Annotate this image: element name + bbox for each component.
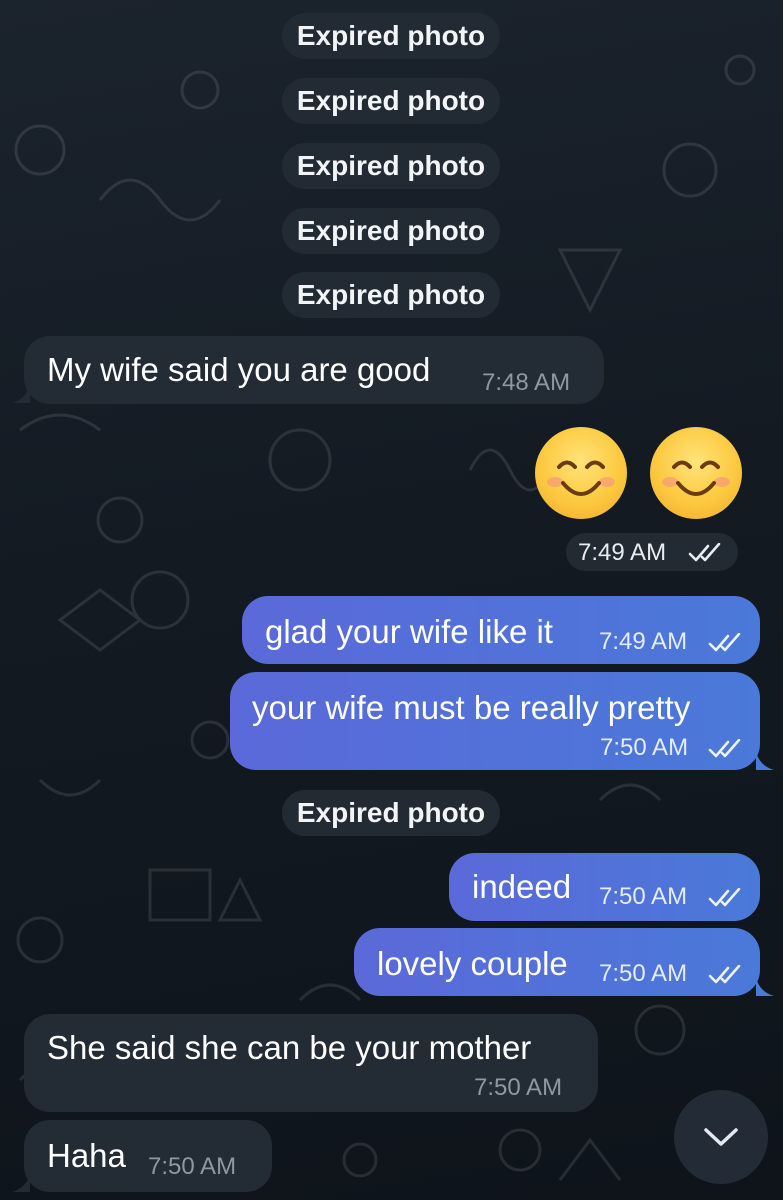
message-time: 7:50 AM bbox=[474, 1074, 563, 1101]
expired-photo-notice: Expired photo bbox=[282, 790, 500, 836]
double-check-icon bbox=[708, 739, 741, 758]
message-time: 7:50 AM bbox=[600, 734, 689, 761]
bubble-tail bbox=[756, 978, 774, 996]
outgoing-message[interactable]: glad your wife like it 7:49 AM bbox=[242, 596, 760, 664]
chevron-down-icon bbox=[704, 1128, 738, 1146]
incoming-message[interactable]: Haha 7:50 AM bbox=[24, 1120, 272, 1192]
double-check-icon bbox=[708, 965, 741, 984]
message-text: lovely couple bbox=[377, 945, 568, 982]
smiling-face-emoji bbox=[535, 427, 627, 519]
message-time: 7:50 AM bbox=[148, 1153, 237, 1180]
outgoing-message[interactable]: indeed 7:50 AM bbox=[449, 853, 760, 921]
message-text: glad your wife like it bbox=[265, 613, 553, 650]
scroll-to-bottom-button[interactable] bbox=[674, 1090, 768, 1184]
message-text: indeed bbox=[472, 868, 572, 905]
double-check-icon bbox=[708, 633, 741, 652]
message-time: 7:49 AM bbox=[599, 628, 688, 655]
outgoing-message[interactable]: your wife must be really pretty 7:50 AM bbox=[230, 672, 760, 770]
double-check-icon bbox=[688, 543, 721, 562]
expired-photo-notice: Expired photo bbox=[282, 13, 500, 59]
expired-photo-notice: Expired photo bbox=[282, 272, 500, 318]
message-time: 7:48 AM bbox=[482, 369, 571, 396]
message-text: your wife must be really pretty bbox=[252, 689, 691, 726]
expired-photo-notice: Expired photo bbox=[282, 143, 500, 189]
double-check-icon bbox=[708, 888, 741, 907]
outgoing-message[interactable]: lovely couple 7:50 AM bbox=[354, 928, 760, 996]
message-time: 7:50 AM bbox=[599, 960, 688, 987]
incoming-message[interactable]: She said she can be your mother 7:50 AM bbox=[24, 1014, 598, 1112]
message-time: 7:50 AM bbox=[599, 883, 688, 910]
expired-photo-notice: Expired photo bbox=[282, 208, 500, 254]
message-text: My wife said you are good bbox=[47, 351, 431, 388]
bubble-tail bbox=[756, 752, 774, 770]
message-text: She said she can be your mother bbox=[47, 1029, 532, 1066]
smiling-face-emoji bbox=[650, 427, 742, 519]
emoji-message-time-pill: 7:49 AM bbox=[566, 533, 738, 571]
incoming-message[interactable]: My wife said you are good 7:48 AM bbox=[24, 336, 604, 404]
expired-photo-notice: Expired photo bbox=[282, 78, 500, 124]
message-text: Haha bbox=[47, 1137, 126, 1174]
message-time: 7:49 AM bbox=[578, 539, 667, 566]
